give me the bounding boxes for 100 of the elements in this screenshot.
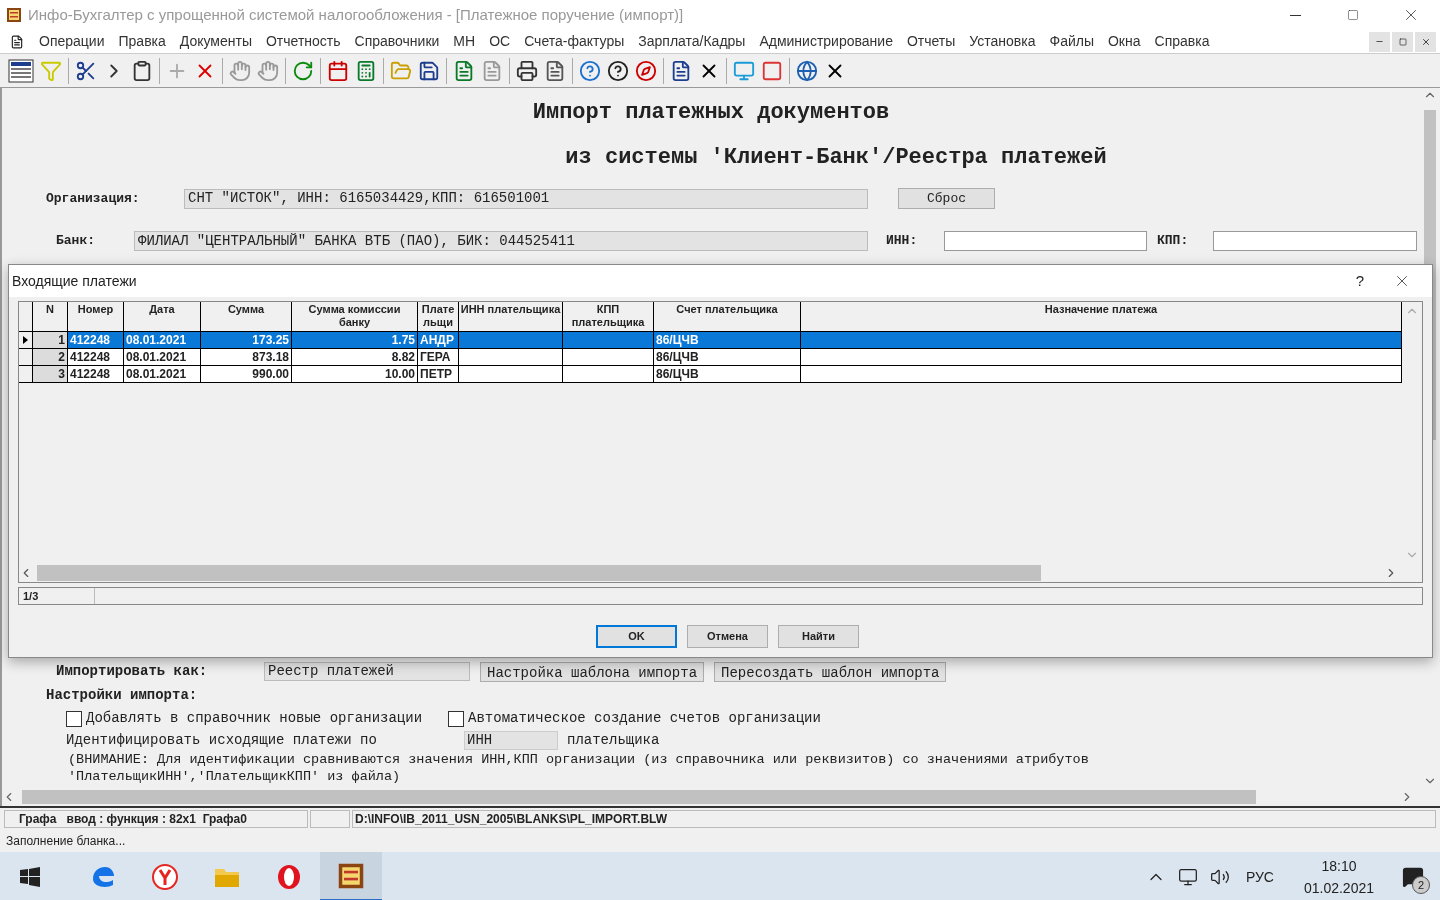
column-header[interactable]: Сумма: [201, 302, 292, 331]
kpp-field[interactable]: [1213, 231, 1417, 251]
refresh-icon[interactable]: [292, 59, 314, 82]
section-title: Настройки импорта:: [46, 686, 199, 705]
table-cell: 1: [33, 332, 68, 348]
table-row[interactable]: 1 412248 08.01.2021 173.25 1.75 АНДР 86/ЦЧВ: [19, 332, 1402, 349]
menu-item[interactable]: МН: [446, 31, 483, 52]
close-button[interactable]: [1415, 31, 1436, 52]
note-text: (ВНИМАНИЕ: Для идентификации сравниваются значения ИНН,КПП организации (из справочника или реквизитов) со значениями атрибутов: [68, 752, 1090, 768]
checkbox[interactable]: [448, 710, 465, 727]
column-header[interactable]: N: [33, 302, 68, 331]
status-message: Заполнение бланка...: [6, 833, 126, 850]
browser-icon: [275, 863, 303, 891]
scissors-icon[interactable]: [75, 59, 97, 82]
document-icon[interactable]: [453, 59, 475, 82]
checkbox-label: Автоматическое создание счетов организации: [468, 709, 821, 728]
clock-date: 01.02.2021: [1303, 879, 1374, 898]
row-header[interactable]: [19, 332, 33, 348]
reset-button[interactable]: Сброс: [898, 188, 995, 209]
column-header[interactable]: Дата: [124, 302, 201, 331]
menu-item[interactable]: Документы: [172, 31, 259, 52]
abacus-icon: [6, 7, 22, 23]
import-type-field[interactable]: Реестр платежей: [264, 662, 470, 681]
browser-icon: [151, 863, 179, 891]
form-title: из системы 'Клиент-Банк'/Реестра платежей: [564, 144, 1108, 172]
column-header[interactable]: КПП плательщика: [563, 302, 654, 331]
menu-item[interactable]: Отчеты: [899, 31, 963, 52]
restore-button[interactable]: [1392, 31, 1413, 52]
menu-item[interactable]: Справка: [1147, 31, 1217, 52]
menu-item[interactable]: Операции: [32, 31, 112, 52]
clock-time: 18:10: [1321, 857, 1357, 876]
table-cell: 08.01.2021: [124, 349, 201, 365]
windows-icon[interactable]: [20, 867, 40, 887]
dialog-button[interactable]: OK: [596, 625, 677, 648]
save-icon[interactable]: [418, 59, 440, 82]
hand-icon[interactable]: [229, 59, 251, 82]
grid-icon[interactable]: [8, 58, 34, 83]
column-header[interactable]: Номер: [68, 302, 124, 331]
column-header[interactable]: Назначение платежа: [801, 302, 1402, 331]
menu-item[interactable]: Установка: [962, 31, 1043, 52]
window-title: Инфо-Бухгалтер с упрощенной системой налогообложения - [Платежное поручение (импорт)]: [28, 4, 684, 25]
row-header[interactable]: [19, 366, 33, 382]
bank-field[interactable]: ФИЛИАЛ "ЦЕНТРАЛЬНЫЙ" БАНКА ВТБ (ПАО), БИК: 044525411: [134, 231, 868, 251]
table-row[interactable]: 3 412248 08.01.2021 990.00 10.00 ПЕТР 86/ЦЧВ: [19, 366, 1402, 383]
table-cell: 1.75: [292, 332, 418, 348]
template-button[interactable]: Пересоздать шаблон импорта: [714, 661, 947, 682]
column-header[interactable]: ИНН плательщика: [459, 302, 563, 331]
row-header[interactable]: [19, 349, 33, 365]
inn-field[interactable]: [944, 231, 1147, 251]
table-cell: 2: [33, 349, 68, 365]
help-icon[interactable]: [607, 59, 629, 82]
checkbox-label: Добавлять в справочник новые организации: [86, 709, 423, 728]
table-row[interactable]: 2 412248 08.01.2021 873.18 8.82 ГЕРА 86/ЦЧВ: [19, 349, 1402, 366]
table-cell: 173.25: [201, 332, 292, 348]
column-header[interactable]: Плате льщи: [418, 302, 459, 331]
document-icon[interactable]: [544, 59, 566, 82]
table-cell: 412248: [68, 332, 124, 348]
printer-icon[interactable]: [516, 59, 538, 82]
help-button[interactable]: ?: [1348, 269, 1372, 293]
menu-item[interactable]: ОС: [482, 31, 518, 52]
language-indicator[interactable]: РУС: [1245, 866, 1274, 888]
table-cell: ГЕРА: [418, 349, 459, 365]
organization-field[interactable]: СНТ "ИСТОК", ИНН: 6165034429,КПП: 616501001: [184, 188, 868, 209]
table-cell: 3: [33, 366, 68, 382]
menu-item[interactable]: Зарплата/Кадры: [631, 31, 753, 52]
calendar-icon[interactable]: [327, 59, 349, 82]
network-icon[interactable]: [1177, 867, 1198, 887]
calculator-icon[interactable]: [355, 59, 377, 82]
column-header[interactable]: Счет плательщика: [654, 302, 801, 331]
table-cell: 990.00: [201, 366, 292, 382]
menu-item[interactable]: Отчетность: [258, 31, 348, 52]
menu-item[interactable]: Справочники: [347, 31, 447, 52]
taskbar-app[interactable]: [320, 852, 382, 900]
clipboard-icon[interactable]: [131, 59, 153, 82]
menu-item[interactable]: Правка: [111, 31, 173, 52]
template-button[interactable]: Настройка шаблона импорта: [480, 661, 705, 682]
menu-item[interactable]: Администрирование: [752, 31, 900, 52]
dialog-button[interactable]: Найти: [778, 625, 859, 648]
checkbox[interactable]: [66, 710, 82, 727]
document-icon: [10, 34, 24, 49]
table-cell: 8.82: [292, 349, 418, 365]
field-label: Банк:: [56, 232, 96, 251]
column-header[interactable]: Сумма комиссии банку: [292, 302, 418, 331]
field-label: Организация:: [46, 189, 141, 208]
field-label: плательщика: [567, 731, 660, 750]
dialog-button[interactable]: Отмена: [687, 625, 768, 648]
hand-icon[interactable]: [257, 59, 279, 82]
field-label: Идентифицировать исходящие платежи по: [66, 731, 378, 750]
globe-icon[interactable]: [796, 59, 818, 82]
compass-icon[interactable]: [635, 59, 657, 82]
menu-item[interactable]: Окна: [1101, 31, 1148, 52]
status-panel: [310, 810, 350, 828]
close-icon: [1420, 36, 1431, 47]
volume-icon[interactable]: [1209, 867, 1230, 887]
identify-field[interactable]: ИНН: [464, 731, 558, 750]
menu-item[interactable]: Файлы: [1042, 31, 1101, 52]
notification-count: 2: [1412, 876, 1430, 894]
field-label: ИНН:: [886, 232, 919, 251]
menu-item[interactable]: Счета-фактуры: [517, 31, 632, 52]
clock[interactable]: 18:10 01.02.2021: [1303, 855, 1374, 899]
